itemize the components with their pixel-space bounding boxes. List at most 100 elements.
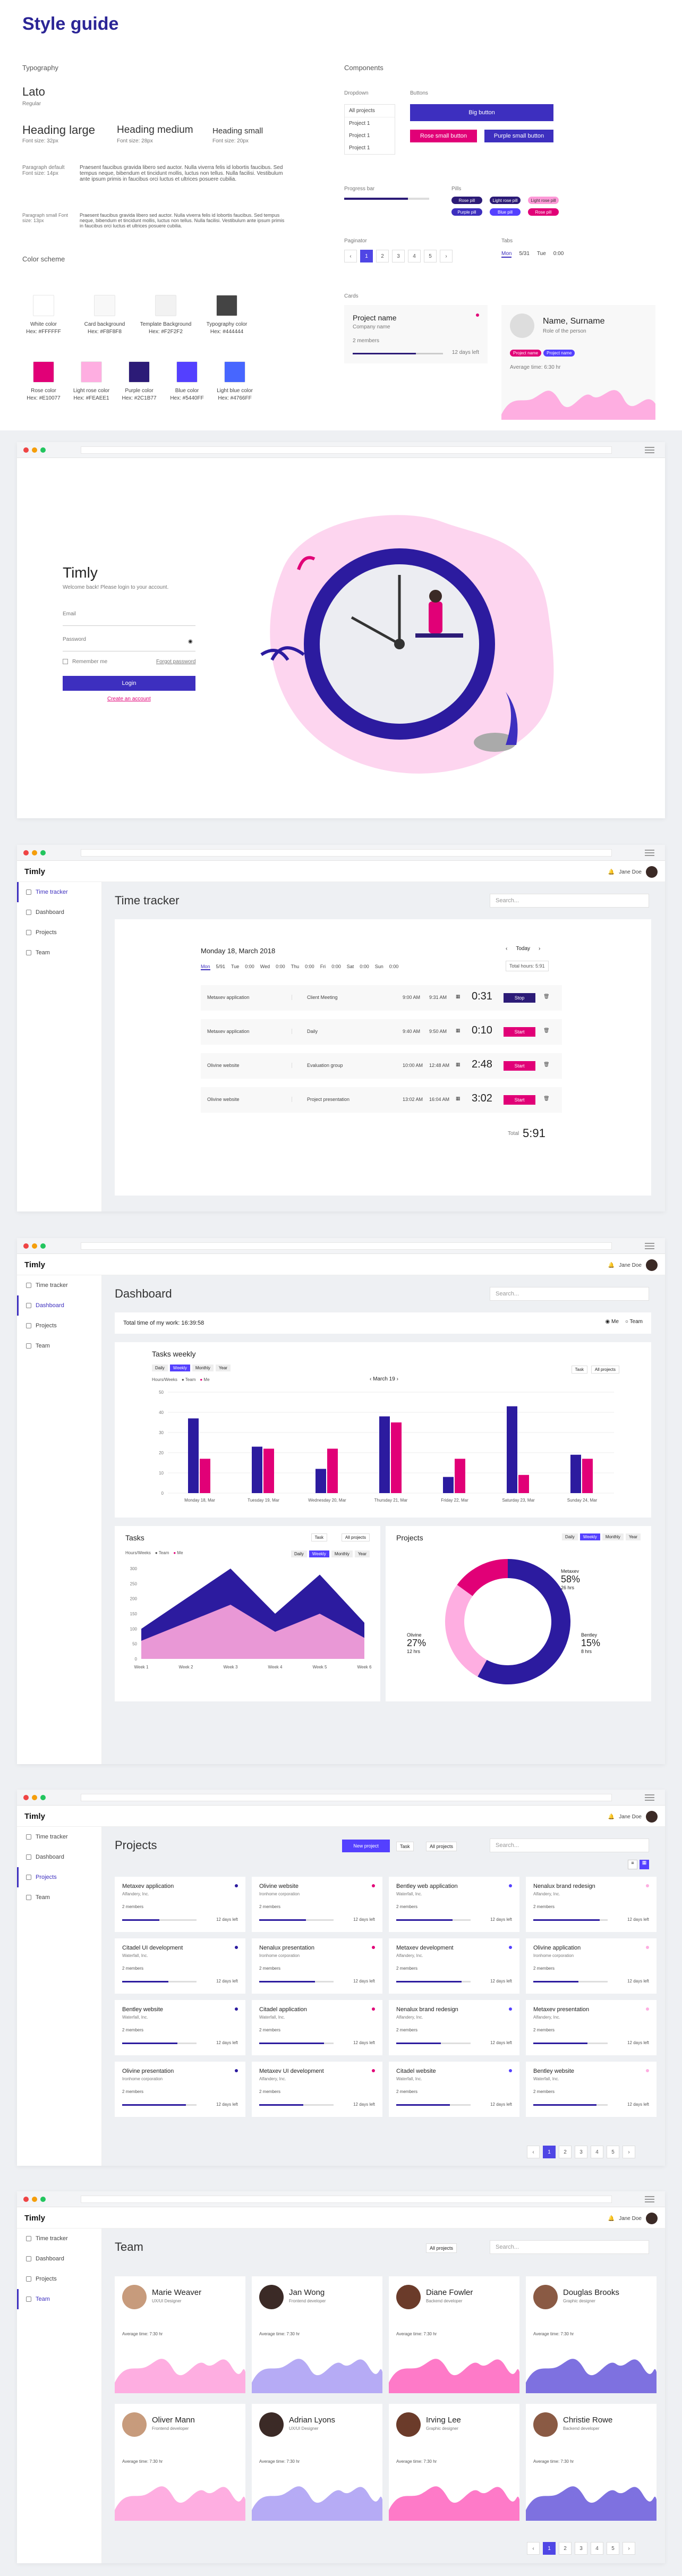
period-monthly[interactable]: Monthly: [192, 1365, 214, 1371]
project-filter[interactable]: All projects: [426, 1842, 457, 1851]
next-page[interactable]: ›: [623, 2146, 635, 2158]
start-time[interactable]: 10:00 AM: [403, 1063, 423, 1068]
nav-team[interactable]: Team: [17, 2289, 101, 2309]
project-card[interactable]: Bentley website Waterfall, Inc. 2 members 1…: [115, 2000, 245, 2055]
page-link[interactable]: 4: [591, 2146, 603, 2158]
nav-team[interactable]: Team: [17, 943, 101, 963]
project-card[interactable]: Metaxev UI development Alfandery, Inc. 2 m…: [252, 2062, 382, 2117]
dropdown-item[interactable]: Project 1: [345, 130, 395, 142]
end-time[interactable]: 16:04 AM: [429, 1097, 449, 1102]
start-time[interactable]: 9:40 AM: [403, 1029, 420, 1034]
day-tab[interactable]: Fri: [320, 964, 326, 970]
team-member-card[interactable]: Diane Fowler Backend developer Average tim…: [389, 2276, 519, 2393]
remember-checkbox[interactable]: [63, 659, 68, 664]
user-menu[interactable]: 🔔 Jane Doe: [608, 866, 658, 878]
page-link[interactable]: 1: [360, 250, 373, 262]
login-button[interactable]: Login: [63, 676, 195, 691]
project-select[interactable]: Metaxev application: [207, 1029, 292, 1034]
project-select[interactable]: Olivine website: [207, 1097, 292, 1102]
page-link[interactable]: 3: [575, 2542, 587, 2555]
project-card[interactable]: Olivine presentation Ironhome corporation…: [115, 2062, 245, 2117]
project-filter[interactable]: All projects: [591, 1366, 619, 1374]
page-link[interactable]: 3: [392, 250, 405, 262]
bell-icon[interactable]: 🔔: [608, 1814, 615, 1820]
task-filter[interactable]: Task: [311, 1533, 327, 1541]
page-link[interactable]: 5: [607, 2542, 619, 2555]
period-year[interactable]: Year: [215, 1365, 231, 1371]
nav-team[interactable]: Team: [17, 1336, 101, 1356]
dropdown[interactable]: All projects Project 1 Project 1 Project…: [344, 104, 395, 155]
period-weekly[interactable]: Weekly: [579, 1533, 600, 1540]
calendar-icon[interactable]: ▦: [456, 1062, 461, 1067]
bell-icon[interactable]: 🔔: [608, 869, 615, 875]
end-time[interactable]: 9:31 AM: [429, 995, 447, 1000]
team-member-card[interactable]: Oliver Mann Frontend developer Average tim…: [115, 2404, 245, 2521]
stop-button[interactable]: Stop: [504, 993, 535, 1003]
menu-icon[interactable]: [645, 1243, 654, 1251]
nav-dashboard[interactable]: Dashboard: [17, 1295, 101, 1316]
day-tab[interactable]: 0:00: [389, 964, 399, 970]
prev-day-icon[interactable]: ‹: [506, 946, 507, 952]
end-time[interactable]: 12:48 AM: [429, 1063, 449, 1068]
delete-icon[interactable]: 🗑: [543, 1062, 549, 1067]
day-tab[interactable]: 0:00: [305, 964, 314, 970]
purple-small-button[interactable]: Purple small button: [484, 130, 553, 142]
day-tab[interactable]: Mon: [201, 964, 210, 970]
nav-projects[interactable]: Projects: [17, 1316, 101, 1336]
password-field[interactable]: [63, 645, 195, 651]
task-name[interactable]: Client Meeting: [307, 995, 338, 1000]
user-menu[interactable]: 🔔 Jane Doe: [608, 2213, 658, 2224]
email-field[interactable]: [63, 620, 195, 626]
rose-small-button[interactable]: Rose small button: [410, 130, 477, 142]
project-card[interactable]: Olivine application Ironhome corporation 2…: [526, 1938, 657, 1994]
nav-time-tracker[interactable]: Time tracker: [17, 1275, 101, 1295]
period-daily[interactable]: Daily: [291, 1550, 307, 1557]
search-input[interactable]: Search...: [490, 1838, 649, 1852]
day-tab[interactable]: Sat: [347, 964, 354, 970]
search-input[interactable]: Search...: [490, 894, 649, 908]
dropdown-selected[interactable]: All projects: [345, 105, 395, 117]
address-bar[interactable]: [81, 1794, 612, 1801]
team-toggle[interactable]: ○ Team: [625, 1319, 643, 1325]
project-card[interactable]: Metaxev development Alfandery, Inc. 2 memb…: [389, 1938, 519, 1994]
new-project-button[interactable]: New project: [342, 1840, 390, 1852]
nav-time-tracker[interactable]: Time tracker: [17, 1827, 101, 1847]
big-button[interactable]: Big button: [410, 104, 553, 121]
menu-icon[interactable]: [645, 850, 654, 858]
team-member-card[interactable]: Irving Lee Graphic designer Average time: …: [389, 2404, 519, 2521]
nav-projects[interactable]: Projects: [17, 2269, 101, 2289]
project-card[interactable]: Olivine website Ironhome corporation 2 mem…: [252, 1877, 382, 1932]
nav-dashboard[interactable]: Dashboard: [17, 1847, 101, 1867]
team-member-card[interactable]: Jan Wong Frontend developer Average time: …: [252, 2276, 382, 2393]
user-menu[interactable]: 🔔 Jane Doe: [608, 1259, 658, 1271]
menu-icon[interactable]: [645, 1794, 654, 1802]
grid-view-icon[interactable]: ▦: [640, 1860, 649, 1869]
task-name[interactable]: Project presentation: [307, 1097, 349, 1102]
end-time[interactable]: 9:50 AM: [429, 1029, 447, 1034]
day-tab[interactable]: 0:00: [360, 964, 369, 970]
start-time[interactable]: 13:02 AM: [403, 1097, 423, 1102]
bell-icon[interactable]: 🔔: [608, 1262, 615, 1268]
create-account-link[interactable]: Create an account: [107, 696, 151, 702]
period-weekly[interactable]: Weekly: [309, 1550, 329, 1557]
dropdown-item[interactable]: Project 1: [345, 142, 395, 154]
team-member-card[interactable]: Adrian Lyons UX/UI Designer Average time: …: [252, 2404, 382, 2521]
page-link[interactable]: 1: [543, 2146, 556, 2158]
page-link[interactable]: 2: [559, 2146, 572, 2158]
project-card[interactable]: Metaxev presentation Alfandery, Inc. 2 mem…: [526, 2000, 657, 2055]
project-filter[interactable]: All projects: [341, 1533, 370, 1541]
day-tab[interactable]: 0:00: [331, 964, 341, 970]
project-card[interactable]: Bentley website Waterfall, Inc. 2 members 1…: [526, 2062, 657, 2117]
delete-icon[interactable]: 🗑: [543, 994, 549, 999]
search-input[interactable]: Search...: [490, 1287, 649, 1301]
task-name[interactable]: Evaluation group: [307, 1063, 343, 1068]
prev-page[interactable]: ‹: [527, 2542, 540, 2555]
nav-projects[interactable]: Projects: [17, 1867, 101, 1887]
start-button[interactable]: Start: [504, 1061, 535, 1071]
project-card[interactable]: Citadel UI development Waterfall, Inc. 2 m…: [115, 1938, 245, 1994]
day-tab[interactable]: Sun: [375, 964, 383, 970]
project-card-sample[interactable]: Project name Company name 2 members 12 d…: [344, 305, 488, 363]
period-daily[interactable]: Daily: [152, 1365, 168, 1371]
period-year[interactable]: Year: [354, 1550, 370, 1557]
project-card[interactable]: Nenalux presentation Ironhome corporation…: [252, 1938, 382, 1994]
